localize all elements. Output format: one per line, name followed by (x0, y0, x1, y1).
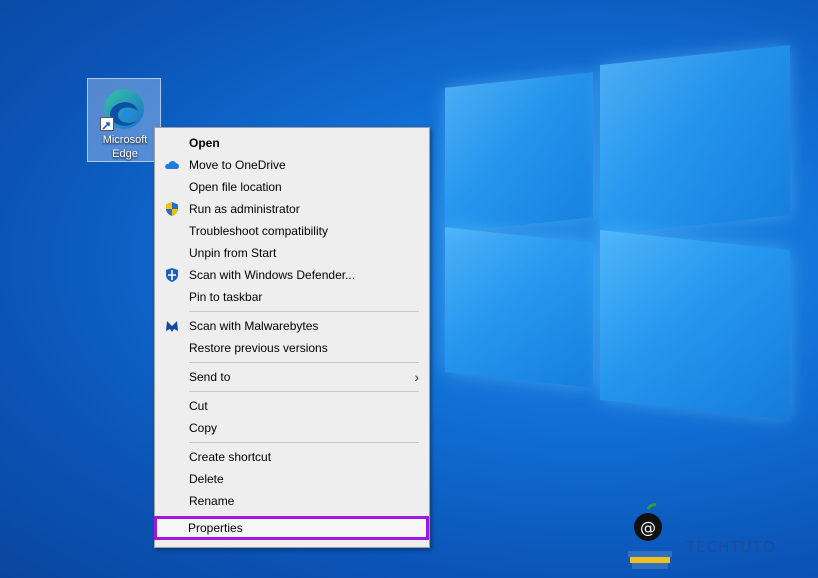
menu-item-label: Restore previous versions (189, 341, 328, 355)
menu-item-scan-malwarebytes[interactable]: Scan with Malwarebytes (155, 315, 429, 337)
techtuto-logo-icon: @ (628, 503, 672, 569)
menu-item-label: Open (189, 136, 220, 150)
menu-item-copy[interactable]: Copy (155, 417, 429, 439)
menu-separator (189, 362, 419, 363)
menu-item-unpin-from-start[interactable]: Unpin from Start (155, 242, 429, 264)
watermark-text: TECHTUTO (686, 538, 776, 556)
menu-item-restore-previous-versions[interactable]: Restore previous versions (155, 337, 429, 359)
svg-text:@: @ (640, 518, 656, 537)
logo-pane-top-left (445, 72, 593, 233)
menu-item-rename[interactable]: Rename (155, 490, 429, 512)
desktop-icon-label: Microsoft Edge (88, 133, 162, 161)
menu-item-label: Troubleshoot compatibility (189, 224, 328, 238)
menu-item-scan-windows-defender[interactable]: Scan with Windows Defender... (155, 264, 429, 286)
menu-item-label: Cut (189, 399, 208, 413)
menu-item-properties[interactable]: Properties (154, 516, 429, 540)
menu-item-label: Scan with Windows Defender... (189, 268, 356, 282)
menu-item-label: Pin to taskbar (189, 290, 263, 304)
menu-item-send-to[interactable]: Send to › (155, 366, 429, 388)
logo-pane-bottom-left (445, 227, 593, 388)
menu-item-cut[interactable]: Cut (155, 395, 429, 417)
menu-item-label: Scan with Malwarebytes (189, 319, 319, 333)
context-menu: Open Move to OneDrive Open file location… (154, 127, 430, 548)
windows-logo-wallpaper (430, 45, 800, 420)
menu-item-open[interactable]: Open (155, 132, 429, 154)
menu-item-move-to-onedrive[interactable]: Move to OneDrive (155, 154, 429, 176)
logo-pane-top-right (600, 45, 790, 235)
menu-item-label: Run as administrator (189, 202, 300, 216)
menu-item-label: Send to (189, 370, 231, 384)
menu-item-troubleshoot-compatibility[interactable]: Troubleshoot compatibility (155, 220, 429, 242)
menu-separator (189, 311, 419, 312)
menu-item-label: Rename (189, 494, 235, 508)
shortcut-arrow-icon (100, 117, 114, 131)
menu-item-run-as-administrator[interactable]: Run as administrator (155, 198, 429, 220)
menu-item-pin-to-taskbar[interactable]: Pin to taskbar (155, 286, 429, 308)
malwarebytes-icon (166, 321, 178, 332)
menu-item-label: Open file location (189, 180, 282, 194)
desktop[interactable]: Microsoft Edge Open Move to OneDrive Ope… (0, 0, 818, 578)
menu-item-label: Move to OneDrive (189, 158, 286, 172)
menu-item-label: Copy (189, 421, 218, 435)
menu-separator (189, 442, 419, 443)
label-line-1: Microsoft (102, 134, 148, 146)
logo-pane-bottom-right (600, 230, 790, 420)
watermark: @ TECHTUTO (622, 503, 812, 573)
defender-shield-icon (166, 268, 178, 282)
uac-shield-icon (166, 202, 178, 216)
menu-item-label: Delete (189, 472, 224, 486)
chevron-right-icon: › (414, 369, 419, 385)
menu-item-create-shortcut[interactable]: Create shortcut (155, 446, 429, 468)
menu-separator (189, 391, 419, 392)
menu-item-label: Create shortcut (189, 450, 272, 464)
menu-item-delete[interactable]: Delete (155, 468, 429, 490)
desktop-icon-microsoft-edge[interactable]: Microsoft Edge (87, 78, 161, 162)
onedrive-cloud-icon (165, 161, 179, 169)
menu-item-label: Unpin from Start (189, 246, 277, 260)
label-line-2: Edge (112, 148, 138, 160)
menu-item-label: Properties (188, 521, 243, 535)
menu-item-open-file-location[interactable]: Open file location (155, 176, 429, 198)
